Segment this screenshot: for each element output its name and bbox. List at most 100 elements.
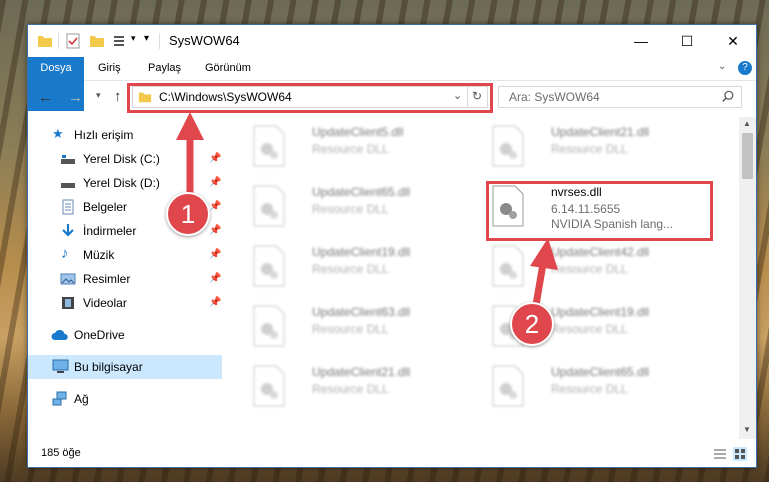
- pin-icon[interactable]: 📌: [209, 273, 221, 284]
- scroll-down-icon[interactable]: ▼: [743, 425, 751, 434]
- item-count: 185 öğe: [41, 447, 81, 459]
- file-list: UpdateClient5.dll Resource DLL UpdateCli…: [228, 117, 738, 439]
- file-name: UpdateClient19.dll: [312, 245, 411, 259]
- up-icon[interactable]: ↑: [114, 88, 122, 105]
- dll-file-icon: [492, 365, 524, 407]
- ribbon-tabs: Dosya Giriş Paylaş Görünüm ⌄ ?: [28, 57, 756, 111]
- navigation-pane: ★ Hızlı erişim Yerel Disk (C:) 📌 Yerel D…: [28, 121, 222, 441]
- search-box[interactable]: Ara: SysWOW64: [498, 86, 742, 108]
- pin-icon[interactable]: 📌: [209, 201, 221, 212]
- sidebar-item-network[interactable]: Ağ: [28, 387, 222, 411]
- file-name: UpdateClient65.dll: [551, 365, 650, 379]
- file-description: Resource DLL: [312, 142, 389, 156]
- sidebar-item-label: Yerel Disk (D:): [83, 176, 160, 190]
- new-folder-icon[interactable]: [89, 33, 105, 49]
- file-description: Resource DLL: [312, 322, 389, 336]
- sidebar-item-label: İndirmeler: [83, 224, 137, 238]
- vertical-scrollbar[interactable]: ▲ ▼: [739, 117, 756, 439]
- pin-icon[interactable]: 📌: [209, 225, 221, 236]
- sidebar-item-label: Videolar: [83, 296, 127, 310]
- file-description: Resource DLL: [551, 262, 628, 276]
- network-icon: [52, 391, 67, 406]
- sidebar-item-local-disk-c[interactable]: Yerel Disk (C:) 📌: [28, 147, 222, 171]
- address-bar-highlight: [127, 83, 493, 113]
- pin-icon[interactable]: 📌: [209, 297, 221, 308]
- star-icon: ★: [52, 126, 64, 141]
- drive-icon: [61, 183, 75, 188]
- scroll-up-icon[interactable]: ▲: [743, 119, 751, 128]
- sidebar-item-label: Ağ: [74, 392, 89, 406]
- recent-locations-icon[interactable]: ▾: [96, 90, 101, 101]
- file-highlight: [486, 181, 713, 241]
- customize-toolbar-icon[interactable]: ▾: [144, 33, 149, 44]
- sidebar-item-this-pc[interactable]: Bu bilgisayar: [28, 355, 222, 379]
- details-view-icon[interactable]: [713, 448, 727, 460]
- tab-home[interactable]: Giriş: [86, 57, 133, 80]
- file-description: Resource DLL: [312, 202, 389, 216]
- list-item[interactable]: UpdateClient21.dll Resource DLL: [244, 359, 474, 413]
- status-bar: 185 öğe: [28, 443, 756, 467]
- sidebar-item-label: Belgeler: [83, 200, 128, 214]
- folder-icon: [38, 36, 52, 47]
- explorer-window: ▾ ▾ SysWOW64 — ☐ ✕ Dosya Giriş Paylaş Gö…: [27, 24, 757, 468]
- maximize-button[interactable]: ☐: [664, 25, 710, 57]
- sidebar-item-label: Bu bilgisayar: [74, 360, 143, 374]
- file-description: Resource DLL: [551, 382, 628, 396]
- list-item[interactable]: UpdateClient65.dll Resource DLL: [244, 179, 474, 233]
- sidebar-item-label: Hızlı erişim: [74, 128, 134, 142]
- music-icon: ♪: [61, 245, 69, 262]
- expand-ribbon-icon[interactable]: ⌄: [718, 61, 726, 72]
- large-icons-view-icon[interactable]: [733, 447, 747, 461]
- download-icon: [62, 224, 74, 237]
- list-item[interactable]: UpdateClient21.dll Resource DLL: [483, 119, 713, 173]
- cloud-icon: [51, 329, 68, 340]
- dll-file-icon: [253, 245, 285, 287]
- tab-share[interactable]: Paylaş: [136, 57, 193, 80]
- minimize-button[interactable]: —: [618, 25, 664, 57]
- documents-icon: [62, 199, 74, 215]
- sidebar-item-pictures[interactable]: Resimler 📌: [28, 267, 222, 291]
- back-icon[interactable]: ←: [38, 89, 53, 106]
- sidebar-item-onedrive[interactable]: OneDrive: [28, 323, 222, 347]
- pin-icon[interactable]: 📌: [209, 153, 221, 164]
- properties-icon[interactable]: [65, 33, 81, 49]
- list-item[interactable]: UpdateClient19.dll Resource DLL: [244, 239, 474, 293]
- search-input[interactable]: Ara: SysWOW64: [509, 90, 600, 104]
- sidebar-item-local-disk-d[interactable]: Yerel Disk (D:) 📌: [28, 171, 222, 195]
- file-name: UpdateClient5.dll: [312, 125, 404, 139]
- computer-icon: [52, 359, 69, 373]
- sidebar-item-quick-access[interactable]: ★ Hızlı erişim: [28, 123, 222, 147]
- file-name: UpdateClient19.dll: [551, 305, 650, 319]
- list-item[interactable]: UpdateClient65.dll Resource DLL: [483, 359, 713, 413]
- pin-icon[interactable]: 📌: [209, 249, 221, 260]
- title-bar: ▾ ▾ SysWOW64 — ☐ ✕: [28, 25, 756, 57]
- list-item[interactable]: UpdateClient5.dll Resource DLL: [244, 119, 474, 173]
- tab-view[interactable]: Görünüm: [193, 57, 263, 80]
- help-icon[interactable]: ?: [738, 61, 752, 75]
- sidebar-item-videos[interactable]: Videolar 📌: [28, 291, 222, 315]
- search-icon[interactable]: [721, 90, 735, 104]
- list-item[interactable]: UpdateClient42.dll Resource DLL: [483, 239, 713, 293]
- dll-file-icon: [253, 185, 285, 227]
- close-button[interactable]: ✕: [710, 25, 756, 57]
- videos-icon: [62, 297, 74, 309]
- forward-icon[interactable]: →: [68, 89, 83, 106]
- chevron-down-icon[interactable]: ▾: [131, 33, 136, 44]
- list-item[interactable]: UpdateClient63.dll Resource DLL: [244, 299, 474, 353]
- file-description: Resource DLL: [551, 142, 628, 156]
- sidebar-item-label: Resimler: [83, 272, 131, 286]
- dll-file-icon: [492, 125, 524, 167]
- sidebar-item-music[interactable]: ♪ Müzik 📌: [28, 243, 222, 267]
- view-options-icon[interactable]: [112, 33, 128, 49]
- scrollbar-thumb[interactable]: [742, 133, 753, 179]
- window-title: SysWOW64: [169, 33, 240, 48]
- pictures-icon: [60, 273, 76, 285]
- sidebar-item-label: Müzik: [83, 248, 115, 262]
- file-name: UpdateClient21.dll: [551, 125, 650, 139]
- dll-file-icon: [253, 125, 285, 167]
- step-badge-2: 2: [510, 302, 554, 346]
- dll-file-icon: [253, 365, 285, 407]
- file-description: Resource DLL: [312, 382, 389, 396]
- pin-icon[interactable]: 📌: [209, 177, 221, 188]
- dll-file-icon: [253, 305, 285, 347]
